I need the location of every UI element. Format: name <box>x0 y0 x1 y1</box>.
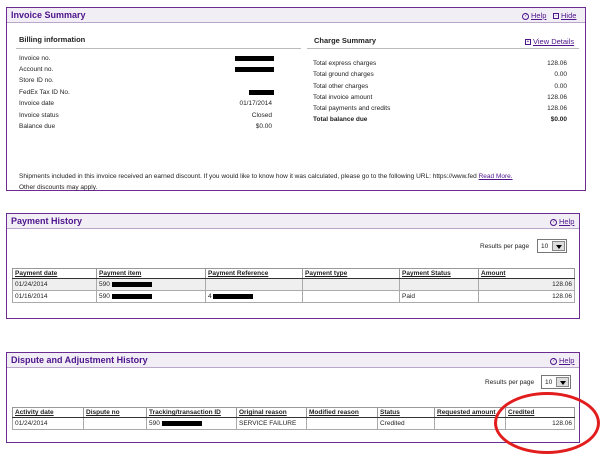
redacted-value <box>235 56 274 61</box>
redacted-value <box>161 420 202 426</box>
payment-reference-cell <box>205 278 303 291</box>
dispute-history-title: Dispute and Adjustment History <box>11 355 148 365</box>
table-row: 01/24/2014 590 SERVICE FAILURE Credited … <box>12 417 575 430</box>
column-header[interactable]: Tracking/transaction ID <box>146 407 237 418</box>
charge-divider <box>307 48 579 49</box>
charge-value: $0.00 <box>550 116 567 123</box>
payment-history-table: Payment date Payment item Payment Refere… <box>12 268 575 303</box>
payment-history-title: Payment History <box>11 216 83 226</box>
results-per-page-label: Results per page <box>480 243 530 250</box>
payment-type-cell <box>302 290 400 303</box>
charge-label: Total other charges <box>313 83 369 90</box>
billing-divider <box>16 48 301 49</box>
charge-label: Total ground charges <box>313 71 374 78</box>
payment-help-link[interactable]: ? Help <box>550 217 574 226</box>
table-row: 01/16/2014 590 4 Paid 128.06 <box>12 290 575 303</box>
billing-label: Invoice date <box>19 100 55 107</box>
charge-value: 0.00 <box>554 83 567 90</box>
results-per-page-select[interactable]: 10 <box>541 375 571 389</box>
payment-type-cell <box>302 278 400 291</box>
activity-date-cell: 01/24/2014 <box>12 417 84 430</box>
expand-icon: + <box>525 39 531 46</box>
dropdown-arrow-icon[interactable] <box>556 377 569 387</box>
billing-label: Account no. <box>19 66 54 73</box>
annotation-ellipse <box>494 392 600 454</box>
column-header[interactable]: Payment item <box>96 268 206 279</box>
help-icon: ? <box>550 218 557 226</box>
results-per-page-label: Results per page <box>485 379 535 386</box>
payment-date-cell: 01/16/2014 <box>12 290 97 303</box>
payment-amount-cell: 128.06 <box>478 278 575 291</box>
payment-status-cell <box>399 278 479 291</box>
dispute-history-header: Dispute and Adjustment History ? Help <box>7 353 579 368</box>
charge-label: Total express charges <box>313 60 377 67</box>
column-header[interactable]: Payment Status <box>399 268 479 279</box>
column-header[interactable]: Status <box>377 407 435 418</box>
payment-history-panel: Payment History ? Help Results per page 1… <box>6 213 580 319</box>
results-per-page-select[interactable]: 10 <box>537 239 567 253</box>
column-header[interactable]: Dispute no <box>83 407 147 418</box>
payment-reference-cell: 4 <box>205 290 303 303</box>
column-header[interactable]: Amount <box>478 268 575 279</box>
column-header[interactable]: Payment type <box>302 268 400 279</box>
dispute-history-panel: Dispute and Adjustment History ? Help Res… <box>6 352 580 443</box>
dispute-history-table: Activity date Dispute no Tracking/transa… <box>12 407 575 430</box>
redacted-value <box>249 90 274 95</box>
payment-item-cell: 590 <box>96 290 206 303</box>
column-header[interactable]: Modified reason <box>306 407 378 418</box>
billing-label: FedEx Tax ID No. <box>19 89 70 96</box>
redacted-value <box>213 293 254 299</box>
charge-summary-heading: Charge Summary <box>314 36 377 45</box>
invoice-help-link[interactable]: ? Help <box>522 11 546 20</box>
read-more-link[interactable]: Read More. <box>479 173 513 180</box>
payment-date-cell: 01/24/2014 <box>12 278 97 291</box>
other-discounts-note: Other discounts may apply. <box>19 184 98 191</box>
view-details-link[interactable]: + View Details <box>525 37 574 46</box>
billing-label: Invoice no. <box>19 55 51 62</box>
payment-status-cell: Paid <box>399 290 479 303</box>
modified-reason-cell <box>306 417 378 430</box>
original-reason-cell: SERVICE FAILURE <box>236 417 307 430</box>
billing-label: Store ID no. <box>19 77 54 84</box>
payment-history-header: Payment History ? Help <box>7 214 579 229</box>
charge-value: 128.06 <box>547 105 567 112</box>
column-header[interactable]: Original reason <box>236 407 307 418</box>
dispute-help-link[interactable]: ? Help <box>550 356 574 365</box>
invoice-summary-header: Invoice Summary ? Help - Hide <box>7 8 585 23</box>
charge-label: Total payments and credits <box>313 105 391 112</box>
charge-value: 128.06 <box>547 94 567 101</box>
invoice-summary-panel: Invoice Summary ? Help - Hide Billing info… <box>6 7 586 191</box>
table-header-row: Payment date Payment item Payment Refere… <box>12 268 575 279</box>
status-cell: Credited <box>377 417 435 430</box>
help-icon: ? <box>522 12 529 20</box>
billing-information-heading: Billing information <box>19 35 86 44</box>
redacted-value <box>111 281 152 287</box>
discount-note: Shipments included in this invoice recei… <box>19 173 513 180</box>
help-icon: ? <box>550 357 557 365</box>
billing-label: Balance due <box>19 123 56 130</box>
redacted-value <box>235 67 274 72</box>
charge-value: 128.06 <box>547 60 567 67</box>
balance-due-value: $0.00 <box>255 123 272 130</box>
tracking-id-cell: 590 <box>146 417 237 430</box>
invoice-summary-title: Invoice Summary <box>11 10 86 20</box>
column-header[interactable]: Payment Reference <box>205 268 303 279</box>
billing-label: Invoice status <box>19 112 59 119</box>
column-header[interactable]: Payment date <box>12 268 97 279</box>
table-row: 01/24/2014 590 128.06 <box>12 278 575 291</box>
column-header[interactable]: Activity date <box>12 407 84 418</box>
payment-item-cell: 590 <box>96 278 206 291</box>
charge-label: Total invoice amount <box>313 94 373 101</box>
invoice-status-value: Closed <box>251 112 272 119</box>
redacted-value <box>111 293 152 299</box>
dispute-no-cell <box>83 417 147 430</box>
collapse-icon: - <box>553 13 559 20</box>
invoice-date-value: 01/17/2014 <box>239 100 272 107</box>
payment-amount-cell: 128.06 <box>478 290 575 303</box>
charge-value: 0.00 <box>554 71 567 78</box>
invoice-hide-link[interactable]: - Hide <box>553 11 576 20</box>
table-header-row: Activity date Dispute no Tracking/transa… <box>12 407 575 418</box>
charge-label: Total balance due <box>313 116 368 123</box>
dropdown-arrow-icon[interactable] <box>552 241 565 251</box>
